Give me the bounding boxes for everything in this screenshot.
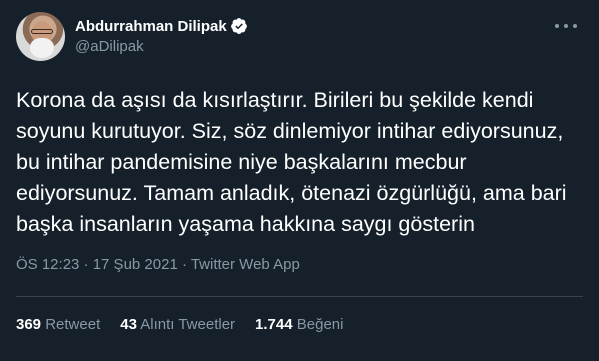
likes-count: 1.744 [255, 315, 293, 333]
avatar[interactable] [16, 11, 65, 61]
quotes-label: Alıntı Tweetler [140, 315, 236, 333]
avatar-beard [30, 37, 54, 58]
avatar-glasses [31, 28, 53, 34]
likes-label: Beğeni [296, 315, 344, 333]
tweet-text: Korona da aşısı da kısırlaştırır. Birile… [16, 88, 567, 236]
more-dot [573, 24, 577, 28]
name-row: Abdurrahman Dilipak [75, 17, 248, 35]
more-dot [564, 24, 568, 28]
more-options-icon[interactable] [555, 20, 577, 32]
verified-badge-icon [230, 18, 247, 34]
tweet-meta[interactable]: ÖS 12:23 · 17 Şub 2021 · Twitter Web App [16, 256, 583, 276]
retweets-label: Retweet [45, 315, 101, 333]
author-name[interactable]: Abdurrahman Dilipak [75, 18, 227, 35]
quotes-stat[interactable]: 43 Alıntı Tweetler [120, 316, 235, 333]
author-handle[interactable]: @aDilipak [75, 38, 248, 55]
likes-stat[interactable]: 1.744 Beğeni [255, 316, 343, 333]
quotes-count: 43 [120, 315, 137, 333]
author-info: Abdurrahman Dilipak @aDilipak [75, 17, 248, 55]
tweet-card: Abdurrahman Dilipak @aDilipak Korona da … [0, 0, 599, 361]
tweet-stats: 369 Retweet 43 Alıntı Tweetler 1.744 Beğ… [16, 297, 583, 351]
tweet-header: Abdurrahman Dilipak @aDilipak [16, 11, 583, 61]
retweets-stat[interactable]: 369 Retweet [16, 316, 100, 333]
more-dot [555, 24, 559, 28]
retweets-count: 369 [16, 315, 42, 333]
